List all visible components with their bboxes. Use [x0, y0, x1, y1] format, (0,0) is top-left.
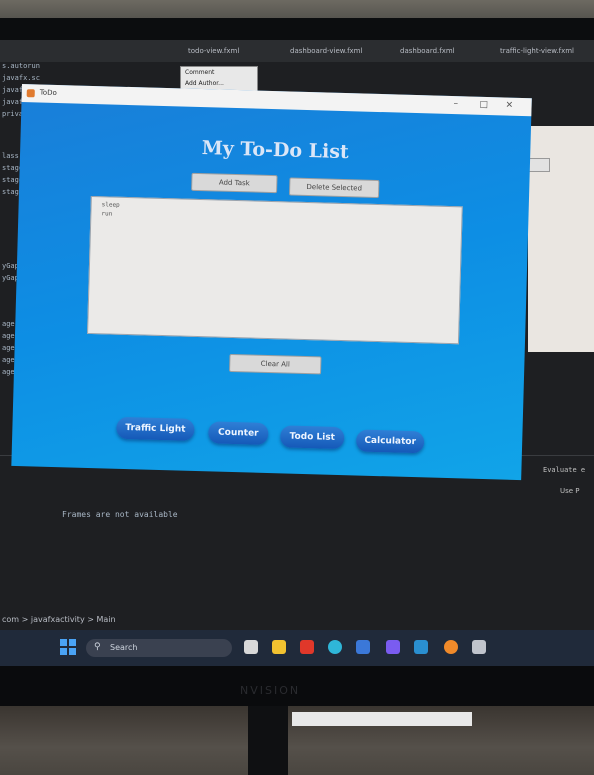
page-title: My To-Do List	[201, 137, 350, 164]
debug-panel	[0, 455, 594, 621]
popup-comment-item[interactable]: Comment	[185, 69, 214, 76]
store-icon[interactable]	[386, 640, 400, 654]
maximize-icon[interactable]: □	[479, 100, 488, 110]
photos-icon[interactable]	[356, 640, 370, 654]
ide-tab[interactable]: traffic-light-view.fxml	[500, 47, 574, 55]
nav-counter-button[interactable]: Counter	[208, 421, 269, 446]
task-list[interactable]: sleep run	[87, 195, 463, 345]
code-line: javafx.sc	[2, 74, 40, 82]
search-icon: ⚲	[94, 642, 101, 652]
evaluate-expression-label[interactable]: Evaluate e	[543, 466, 585, 474]
use-hint-label: Use P	[560, 487, 580, 495]
ide-tab-bar: todo-view.fxml dashboard-view.fxml dashb…	[0, 40, 594, 62]
list-item[interactable]: sleep	[102, 201, 120, 209]
clear-all-button[interactable]: Clear All	[229, 353, 322, 375]
windows-start-icon[interactable]	[60, 639, 76, 655]
window-title: ToDo	[39, 88, 57, 97]
monitor-stand	[248, 706, 288, 775]
ide-tab[interactable]: dashboard-view.fxml	[290, 47, 362, 55]
add-task-button[interactable]: Add Task	[191, 172, 278, 194]
brave-browser-icon[interactable]	[300, 640, 314, 654]
ide-status-bar: com > javafxactivity > Main	[0, 612, 594, 628]
frames-message: Frames are not available	[62, 510, 178, 519]
ide-tab[interactable]: todo-view.fxml	[188, 47, 239, 55]
intellij-icon[interactable]	[472, 640, 486, 654]
windows-taskbar: ⚲ Search	[0, 630, 594, 666]
close-icon[interactable]: ✕	[505, 101, 513, 111]
file-explorer-icon[interactable]	[272, 640, 286, 654]
minimize-icon[interactable]: –	[453, 99, 458, 109]
app-icon	[26, 89, 35, 98]
task-view-icon[interactable]	[244, 640, 258, 654]
todo-app-window: ToDo – □ ✕ My To-Do List Add Task Delete…	[11, 84, 532, 481]
monitor-brand-logo: NVISION	[240, 684, 301, 697]
scene-preview-panel	[528, 126, 594, 352]
delete-selected-button[interactable]: Delete Selected	[288, 177, 380, 199]
nav-todo-list-button[interactable]: Todo List	[279, 425, 345, 450]
search-placeholder: Search	[110, 643, 138, 652]
list-item[interactable]: run	[101, 210, 112, 217]
preview-button[interactable]	[528, 158, 550, 172]
nav-traffic-light-button[interactable]: Traffic Light	[116, 416, 195, 441]
app-icon[interactable]	[414, 640, 428, 654]
breadcrumb[interactable]: com > javafxactivity > Main	[2, 615, 116, 624]
edge-browser-icon[interactable]	[328, 640, 342, 654]
java-app-icon[interactable]	[444, 640, 458, 654]
code-line: s.autorun	[2, 62, 40, 70]
ide-tab[interactable]: dashboard.fxml	[400, 47, 455, 55]
paper-on-desk	[292, 712, 472, 726]
popup-author-item[interactable]: Add Author...	[185, 80, 224, 87]
nav-calculator-button[interactable]: Calculator	[355, 429, 425, 454]
taskbar-search-input[interactable]: ⚲ Search	[86, 639, 232, 657]
